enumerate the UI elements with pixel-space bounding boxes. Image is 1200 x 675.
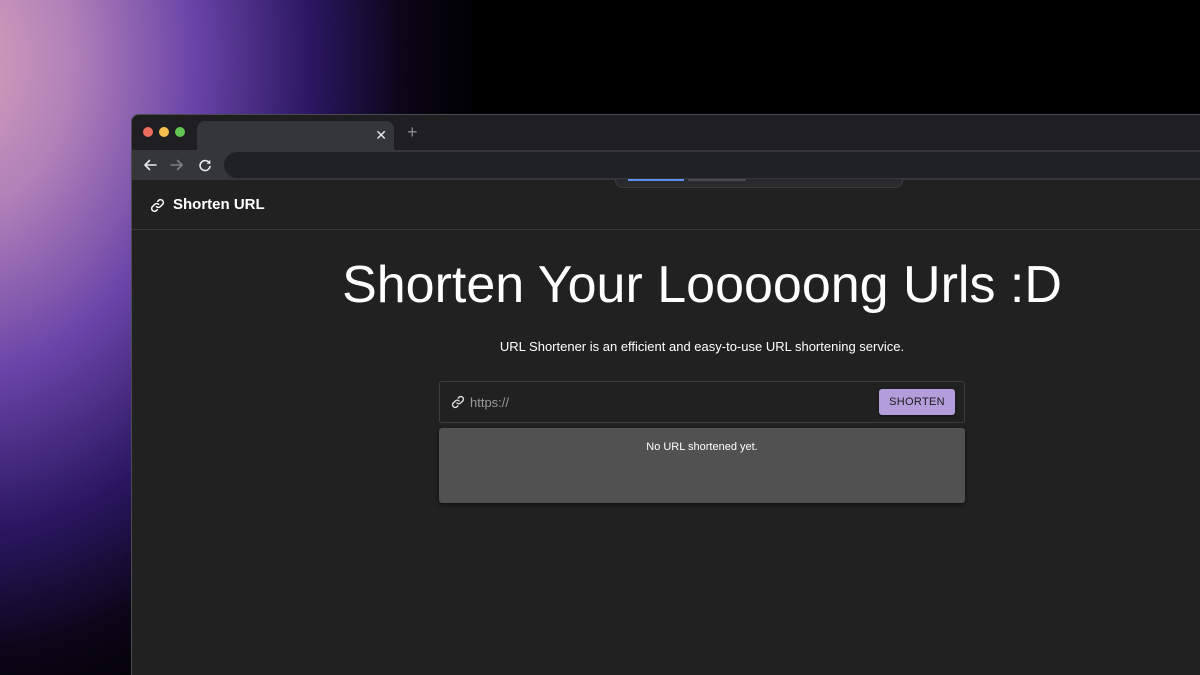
popup-muted-line [688,179,746,181]
link-icon [451,395,465,409]
shorten-button[interactable]: SHORTEN [879,389,955,415]
new-tab-button[interactable]: + [407,123,418,141]
result-panel: No URL shortened yet. [439,428,965,503]
desktop-backdrop: ✕ + Shorten URL Shorten Your Looooong Ur… [0,0,1200,675]
maximize-window-button[interactable] [175,127,185,137]
shorten-form: SHORTEN [439,381,965,423]
hero-subtitle: URL Shortener is an efficient and easy-t… [499,339,905,354]
tab-strip: ✕ + [132,115,1200,150]
browser-tab[interactable]: ✕ [197,121,394,150]
result-message: No URL shortened yet. [646,441,758,453]
hero-title: Shorten Your Looooong Urls :D [342,256,1062,314]
app-header: Shorten URL [132,179,1200,230]
forward-arrow-icon[interactable] [167,155,187,175]
browser-toolbar [132,150,1200,180]
link-icon [150,198,165,212]
popup-accent-line [628,179,684,181]
url-input[interactable] [470,390,870,414]
close-tab-icon[interactable]: ✕ [375,127,387,143]
back-arrow-icon[interactable] [140,155,160,175]
brand-label: Shorten URL [173,196,265,213]
reload-icon[interactable] [195,155,215,175]
web-page: Shorten URL Shorten Your Looooong Urls :… [132,179,1200,675]
overlay-popup-edge [615,179,903,188]
close-window-button[interactable] [143,127,153,137]
browser-window: ✕ + Shorten URL Shorten Your Looooong Ur… [131,114,1200,675]
minimize-window-button[interactable] [159,127,169,137]
address-bar[interactable] [224,152,1200,178]
brand-link[interactable]: Shorten URL [150,196,265,214]
